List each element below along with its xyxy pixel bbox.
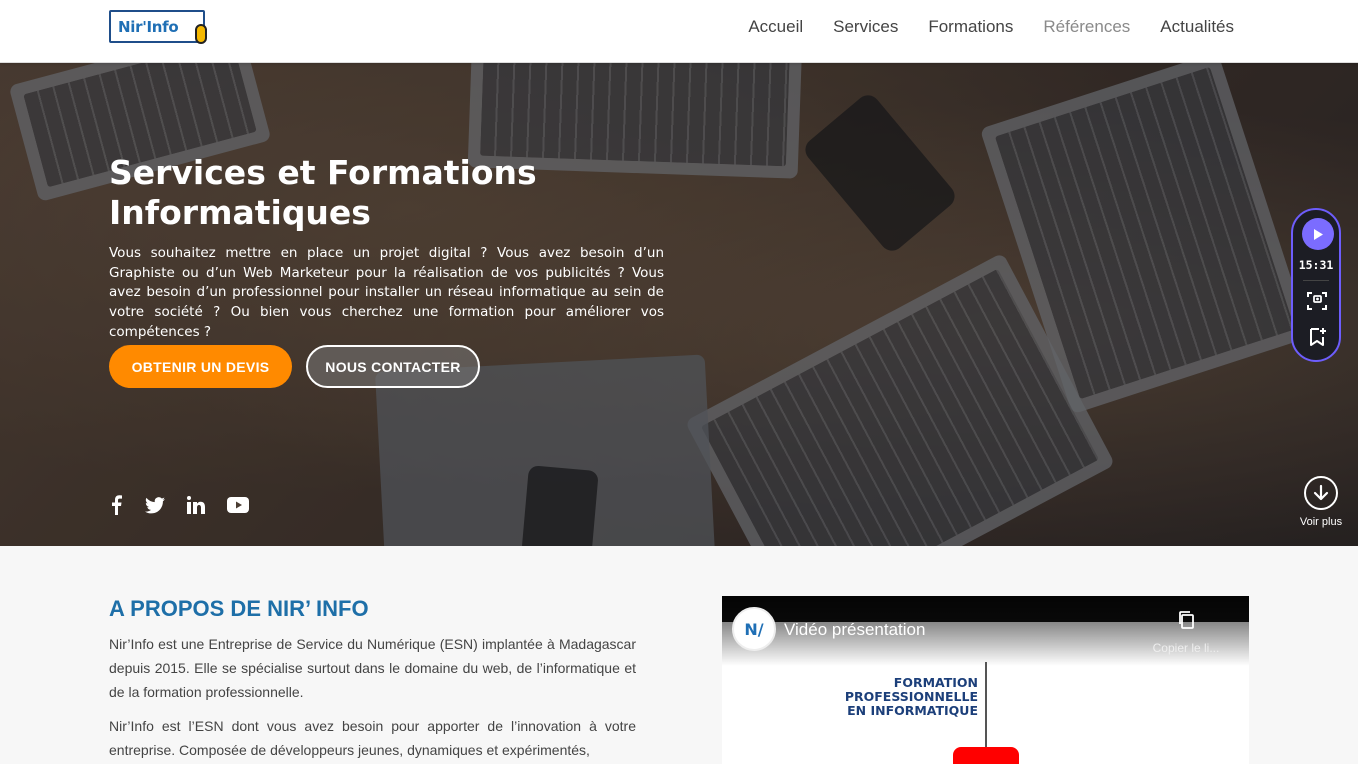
play-icon[interactable]	[1302, 218, 1334, 250]
nav-references[interactable]: Références	[1043, 17, 1130, 37]
about-paragraph-2: Nir’Info est l’ESN dont vous avez besoin…	[109, 718, 636, 758]
video-thumbnail-text: FORMATION PROFESSIONNELLE EN INFORMATIQU…	[768, 676, 978, 718]
copy-link-button[interactable]: Copier le li...	[1146, 610, 1226, 655]
logo-text: Nir'Info	[118, 18, 179, 36]
mouse-icon	[195, 24, 207, 44]
video-title[interactable]: Vidéo présentation	[784, 620, 925, 640]
nav-services[interactable]: Services	[833, 17, 898, 37]
linkedin-icon[interactable]	[187, 496, 205, 519]
site-header: Nir'Info Accueil Services Formations Réf…	[0, 0, 1358, 63]
thumbnail-line-1: FORMATION PROFESSIONNELLE	[844, 675, 978, 704]
twitter-icon[interactable]	[145, 496, 165, 519]
copy-link-label: Copier le li...	[1152, 641, 1220, 655]
channel-avatar[interactable]: N/	[732, 607, 776, 651]
hero-title: Services et Formations Informatiques	[109, 153, 537, 232]
scroll-down-label: Voir plus	[1299, 516, 1343, 528]
nirinfo-logo[interactable]: Nir'Info	[109, 10, 209, 44]
about-title: A PROPOS DE NIR’ INFO	[109, 596, 369, 621]
hero-section: Services et Formations Informatiques Vou…	[0, 63, 1358, 546]
recorder-timer: 15:31	[1298, 258, 1334, 272]
nav-actualites[interactable]: Actualités	[1160, 17, 1234, 37]
divider	[1303, 280, 1329, 281]
contact-us-button[interactable]: NOUS CONTACTER	[306, 345, 480, 388]
social-links	[109, 495, 249, 520]
about-paragraph-1: Nir’Info est une Entreprise de Service d…	[109, 636, 636, 700]
youtube-icon[interactable]	[227, 497, 249, 518]
thumbnail-line-2: EN INFORMATIQUE	[847, 703, 978, 718]
copy-icon	[1179, 611, 1194, 629]
logo-box: Nir'Info	[109, 10, 205, 43]
video-embed[interactable]: N/ Vidéo présentation Copier le li... FO…	[722, 596, 1249, 764]
screenshot-region-icon[interactable]	[1306, 290, 1328, 317]
recorder-widget: 15:31	[1291, 208, 1341, 362]
hero-description: Vous souhaitez mettre en place un projet…	[109, 245, 664, 340]
facebook-icon[interactable]	[109, 495, 123, 520]
nav-accueil[interactable]: Accueil	[748, 17, 803, 37]
scroll-down-button[interactable]: Voir plus	[1298, 476, 1344, 528]
main-nav: Accueil Services Formations Références A…	[748, 17, 1234, 37]
get-quote-button[interactable]: OBTENIR UN DEVIS	[109, 345, 292, 388]
channel-avatar-text: N/	[744, 619, 764, 639]
nav-formations[interactable]: Formations	[928, 17, 1013, 37]
arrow-down-icon	[1304, 476, 1338, 510]
youtube-play-button[interactable]	[953, 747, 1019, 764]
bookmark-add-icon[interactable]	[1306, 326, 1328, 353]
